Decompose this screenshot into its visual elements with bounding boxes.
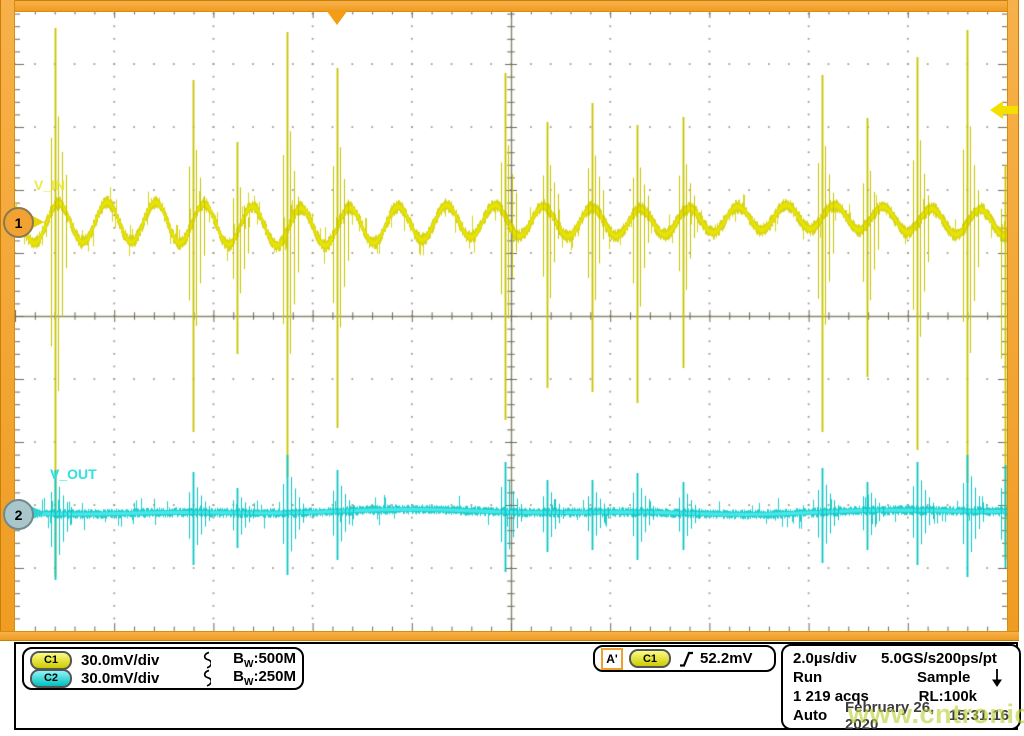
oscilloscope-screen: 1 2 V_IN V_OUT C1 30.0mV/div BW:500M C2 [0, 0, 1024, 736]
rising-edge-icon [678, 650, 695, 668]
channel-2-marker-label: 2 [15, 507, 23, 523]
trace-label-vin: V_IN [34, 177, 65, 193]
channel-1-badge[interactable]: C1 [30, 651, 72, 670]
trigger-a-badge[interactable]: A' [601, 648, 623, 670]
channel-2-badge[interactable]: C2 [30, 669, 72, 688]
graticule-frame-left [0, 0, 15, 641]
down-arrow-icon [991, 668, 1003, 688]
graticule-area: 1 2 V_IN V_OUT [0, 0, 1024, 641]
trace-label-vout: V_OUT [50, 466, 97, 482]
watermark: www.cntronics.com [848, 699, 1024, 730]
trigger-readout-box: A' C1 52.2mV [593, 645, 776, 672]
acquisition-mode[interactable]: Sample [917, 669, 970, 686]
channel-1-marker[interactable]: 1 [3, 207, 34, 238]
trigger-source-badge[interactable]: C1 [629, 649, 671, 668]
trigger-level-arrow-icon[interactable] [990, 101, 1018, 119]
graticule-frame-bottom [0, 631, 1019, 641]
channel-1-marker-label: 1 [15, 215, 23, 231]
acquisition-state-row: Run Sample [793, 668, 1009, 687]
channel-2-bandwidth[interactable]: BW:250M [233, 668, 296, 688]
run-state[interactable]: Run [793, 669, 881, 686]
channel-1-scale[interactable]: 30.0mV/div [81, 652, 173, 669]
trigger-position-marker[interactable] [326, 10, 348, 25]
ac-coupling-icon [201, 651, 211, 669]
ac-coupling-icon [201, 669, 211, 687]
channel-2-marker[interactable]: 2 [3, 499, 34, 530]
trigger-level-value[interactable]: 52.2mV [700, 650, 753, 667]
sample-rate-value[interactable]: 5.0GS/s [881, 650, 936, 667]
horizontal-row: 2.0µs/div 5.0GS/s 200ps/pt [793, 649, 1009, 668]
trigger-mode[interactable]: Auto [793, 707, 845, 724]
resolution-value: 200ps/pt [936, 650, 997, 667]
graticule-frame-right [1007, 0, 1019, 641]
channel-readout-box: C1 30.0mV/div BW:500M C2 30.0mV/div BW:2… [22, 647, 304, 690]
timebase-value[interactable]: 2.0µs/div [793, 650, 881, 667]
waveform-canvas [15, 10, 1007, 631]
channel-1-readout-row: C1 30.0mV/div BW:500M [30, 651, 296, 669]
channel-1-bandwidth[interactable]: BW:500M [233, 650, 296, 670]
channel-2-scale[interactable]: 30.0mV/div [81, 670, 173, 687]
graticule-frame-top [0, 0, 1019, 12]
channel-2-readout-row: C2 30.0mV/div BW:250M [30, 669, 296, 687]
